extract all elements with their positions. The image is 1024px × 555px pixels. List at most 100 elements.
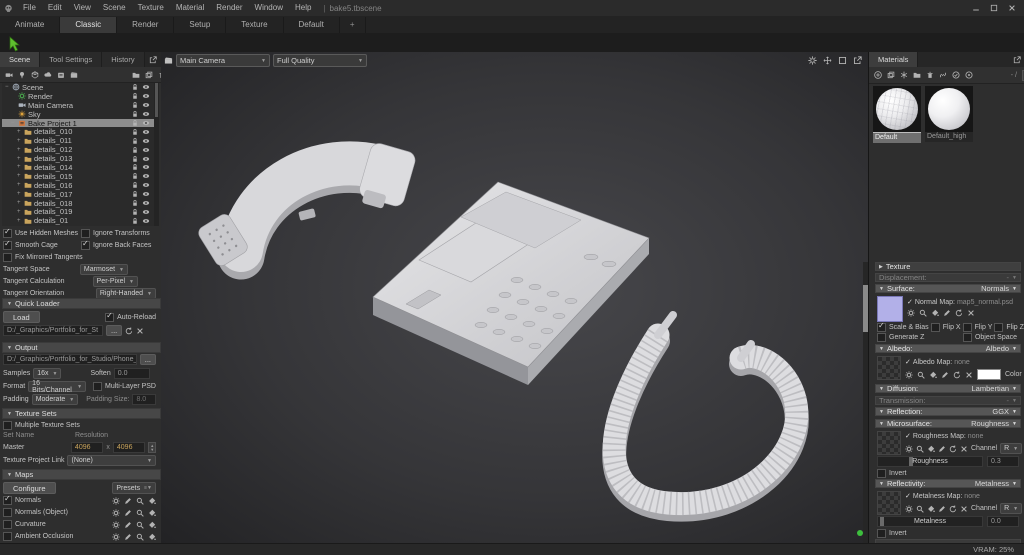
tree-item-bake-project[interactable]: − Bake Project 1 [2, 119, 154, 128]
menu-view[interactable]: View [68, 0, 97, 16]
metalness-channel-select[interactable]: R ▼ [1000, 503, 1023, 514]
gear-icon[interactable] [905, 371, 913, 379]
close-icon[interactable] [967, 309, 975, 317]
magnifier-icon[interactable] [917, 371, 925, 379]
lock-icon[interactable] [131, 128, 139, 136]
clear-icon[interactable] [136, 327, 144, 335]
smooth-cage-checkbox[interactable]: ✓ Smooth Cage [3, 240, 81, 250]
menu-scene[interactable]: Scene [97, 0, 132, 16]
clear-material-icon[interactable] [900, 71, 908, 79]
gear-icon[interactable] [905, 445, 913, 453]
tree-item-scene[interactable]: − Scene [2, 83, 154, 92]
gear-icon[interactable] [112, 497, 120, 505]
albedo-map-thumbnail[interactable] [877, 356, 901, 380]
close-icon[interactable] [965, 371, 973, 379]
padding-size-field[interactable]: 8.0 [132, 394, 156, 405]
output-header[interactable]: ▼ Output [2, 342, 161, 353]
maps-header[interactable]: ▼ Maps [2, 469, 161, 480]
magnifier-icon[interactable] [916, 505, 924, 513]
normal-map-thumbnail[interactable] [877, 296, 903, 322]
tangent-calculation-select[interactable]: Per-Pixel ▼ [92, 276, 138, 287]
viewport-move-icon[interactable] [823, 56, 832, 65]
magnifier-icon[interactable] [136, 497, 144, 505]
displacement-section-header[interactable]: Displacement: - ▼ [875, 273, 1021, 282]
eye-icon[interactable] [142, 172, 150, 180]
multi-layer-psd-checkbox[interactable]: ✓Multi-Layer PSD [93, 382, 156, 391]
samples-select[interactable]: 16x ▼ [33, 368, 62, 379]
eye-icon[interactable] [142, 217, 150, 225]
tab-materials[interactable]: Materials [869, 52, 919, 67]
lock-icon[interactable] [131, 137, 139, 145]
lock-icon[interactable] [131, 217, 139, 225]
microsurface-section-header[interactable]: ▼ Microsurface: Roughness ▼ [875, 419, 1021, 428]
tree-item-main-camera[interactable]: Main Camera [2, 101, 154, 110]
lock-icon[interactable] [131, 181, 139, 189]
object-space-checkbox[interactable]: ✓Object Space [962, 333, 1017, 342]
metalness-value-field[interactable]: 0.0 [987, 516, 1019, 527]
pencil-icon[interactable] [943, 309, 951, 317]
tab-classic[interactable]: Classic [60, 16, 118, 33]
magnifier-icon[interactable] [916, 445, 924, 453]
apply-material-icon[interactable] [952, 71, 960, 79]
format-select[interactable]: 16 Bits/Channel ▼ [28, 380, 87, 394]
eye-icon[interactable] [142, 146, 150, 154]
flip-z-checkbox[interactable]: ✓Flip Z [994, 323, 1024, 332]
load-button[interactable]: Load [3, 311, 40, 323]
camera-view-icon[interactable] [164, 56, 173, 65]
pencil-icon[interactable] [938, 505, 946, 513]
bucket-icon[interactable] [927, 445, 935, 453]
bucket-icon[interactable] [148, 497, 156, 505]
material-tile-default[interactable]: Default [873, 86, 921, 143]
eye-icon[interactable] [142, 128, 150, 136]
lock-icon[interactable] [131, 199, 139, 207]
resolution-height-field[interactable]: 4096 [112, 442, 146, 453]
lock-icon[interactable] [131, 110, 139, 118]
add-camera-icon[interactable] [5, 71, 13, 79]
popout-icon[interactable] [1013, 56, 1021, 64]
roughness-value-field[interactable]: 0.3 [987, 456, 1019, 467]
tab-texture[interactable]: Texture [226, 16, 284, 33]
tab-default[interactable]: Default [284, 16, 340, 33]
magnifier-icon[interactable] [919, 309, 927, 317]
tree-item-details-016[interactable]: + details_016 [2, 181, 154, 190]
lock-icon[interactable] [131, 101, 139, 109]
refresh-icon[interactable] [125, 327, 133, 335]
map-row-normals-object[interactable]: ✓Normals (Object) [3, 508, 156, 517]
quick-loader-header[interactable]: ▼ Quick Loader [2, 298, 161, 309]
tree-item-details-011[interactable]: + details_011 [2, 136, 154, 145]
add-sky-icon[interactable] [44, 71, 52, 79]
viewport-canvas[interactable]: Main Camera ▼ Full Quality ▼ [161, 52, 868, 543]
maximize-icon[interactable] [990, 4, 998, 12]
eye-icon[interactable] [142, 181, 150, 189]
add-material-icon[interactable] [874, 71, 882, 79]
transmission-section-header[interactable]: Transmission: - ▼ [875, 396, 1021, 405]
soften-field[interactable]: 0.0 [113, 368, 150, 379]
fix-mirrored-tangents-checkbox[interactable]: ✓Fix Mirrored Tangents [3, 253, 156, 262]
delete-material-icon[interactable] [926, 71, 934, 79]
tab-tool-settings[interactable]: Tool Settings [40, 52, 103, 67]
lock-icon[interactable] [131, 163, 139, 171]
close-icon[interactable] [1008, 4, 1016, 12]
gear-icon[interactable] [112, 509, 120, 517]
eye-icon[interactable] [142, 208, 150, 216]
roughness-map-thumbnail[interactable] [877, 431, 901, 455]
close-icon[interactable] [960, 505, 968, 513]
metalness-slider[interactable]: Metalness [877, 516, 983, 527]
import-folder-icon[interactable] [132, 71, 140, 79]
eye-icon[interactable] [142, 137, 150, 145]
reflectivity-section-header[interactable]: ▼ Reflectivity: Metalness ▼ [875, 479, 1021, 488]
flip-x-checkbox[interactable]: ✓Flip X [930, 323, 961, 332]
ignore-transforms-checkbox[interactable]: ✓Ignore Transforms [81, 229, 150, 238]
metalness-invert-checkbox[interactable]: ✓Invert [877, 529, 907, 538]
material-tile-default-high[interactable]: Default_high [925, 86, 973, 142]
lock-icon[interactable] [131, 208, 139, 216]
eye-icon[interactable] [142, 110, 150, 118]
tree-item-details-017[interactable]: + details_017 [2, 190, 154, 199]
lock-icon[interactable] [131, 92, 139, 100]
gear-icon[interactable] [112, 533, 120, 541]
roughness-channel-select[interactable]: R ▼ [1000, 443, 1023, 454]
lock-icon[interactable] [131, 190, 139, 198]
bucket-icon[interactable] [148, 509, 156, 517]
lock-icon[interactable] [131, 146, 139, 154]
bucket-icon[interactable] [148, 533, 156, 541]
